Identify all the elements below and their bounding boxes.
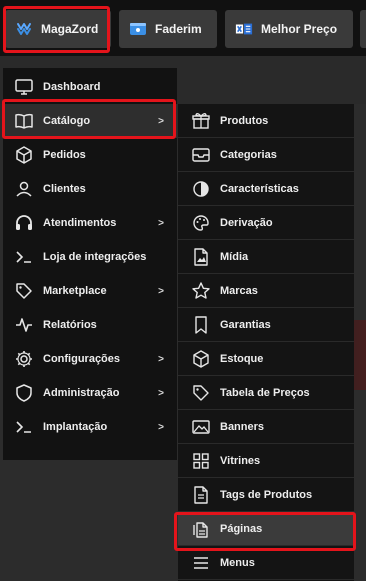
chevron-right-icon: >: [158, 353, 164, 365]
tab-faderim[interactable]: Faderim: [119, 10, 217, 48]
submenu-item-banners[interactable]: Banners: [178, 410, 354, 444]
star-icon: [190, 280, 212, 302]
chevron-right-icon: >: [158, 387, 164, 399]
submenu-item-label: Garantias: [220, 318, 271, 331]
submenu-item-label: Banners: [220, 420, 265, 433]
submenu-item-categorias[interactable]: Categorias: [178, 138, 354, 172]
submenu-item-label: Categorias: [220, 148, 277, 161]
submenu-item-label: Mídia: [220, 250, 249, 263]
shield-icon: [13, 382, 35, 404]
submenu-item-vitrines[interactable]: Vitrines: [178, 444, 354, 478]
palette-icon: [190, 212, 212, 234]
menu-item-loja-integracoes[interactable]: Loja de integrações: [3, 240, 177, 274]
menu-lines-icon: [190, 552, 212, 574]
submenu-item-label: Páginas: [220, 522, 263, 535]
chevron-right-icon: >: [158, 115, 164, 127]
book-open-icon: [13, 110, 35, 132]
image-file-icon: [190, 246, 212, 268]
submenu-item-label: Menus: [220, 556, 255, 569]
magazord-logo-icon: [15, 20, 33, 38]
tab-label: Melhor Preço: [261, 22, 338, 36]
melhor-preco-logo-icon: [235, 20, 253, 38]
tag-icon: [190, 382, 212, 404]
activity-icon: [13, 314, 35, 336]
menu-item-label: Relatórios: [43, 319, 97, 331]
menu-item-implantacao[interactable]: Implantação >: [3, 410, 177, 444]
menu-item-configuracoes[interactable]: Configurações >: [3, 342, 177, 376]
terminal-icon: [13, 416, 35, 438]
tab-magazord[interactable]: MagaZord: [5, 10, 111, 48]
menu-item-pedidos[interactable]: Pedidos: [3, 138, 177, 172]
tag-icon: [13, 280, 35, 302]
submenu-item-estoque[interactable]: Estoque: [178, 342, 354, 376]
picture-icon: [190, 416, 212, 438]
terminal-icon: [13, 246, 35, 268]
submenu-item-tabela-precos[interactable]: Tabela de Preços: [178, 376, 354, 410]
tab-melhor-preco[interactable]: Melhor Preço: [225, 10, 353, 48]
chevron-right-icon: >: [158, 285, 164, 297]
main-menu: Dashboard Catálogo > Pedidos Clientes At…: [3, 68, 177, 460]
menu-item-label: Loja de integrações: [43, 251, 147, 263]
submenu-item-label: Derivação: [220, 216, 273, 229]
tab-overflow[interactable]: [360, 10, 366, 48]
submenu-item-label: Tags de Produtos: [220, 488, 313, 501]
tab-label: Faderim: [155, 22, 202, 36]
catalogo-submenu: Produtos Categorias Características Deri…: [178, 104, 354, 581]
gear-icon: [13, 348, 35, 370]
headset-icon: [13, 212, 35, 234]
pages-icon: [190, 518, 212, 540]
menu-item-administracao[interactable]: Administração >: [3, 376, 177, 410]
menu-item-relatorios[interactable]: Relatórios: [3, 308, 177, 342]
submenu-item-tags-produtos[interactable]: Tags de Produtos: [178, 478, 354, 512]
menu-item-label: Configurações: [43, 353, 121, 365]
chevron-right-icon: >: [158, 217, 164, 229]
menu-item-catalogo[interactable]: Catálogo >: [3, 104, 177, 138]
menu-item-label: Administração: [43, 387, 120, 399]
chevron-right-icon: >: [158, 421, 164, 433]
tab-label: MagaZord: [41, 22, 99, 36]
user-icon: [13, 178, 35, 200]
menu-item-atendimentos[interactable]: Atendimentos >: [3, 206, 177, 240]
faderim-window-icon: [129, 20, 147, 38]
submenu-item-label: Produtos: [220, 114, 269, 127]
submenu-item-label: Estoque: [220, 352, 264, 365]
menu-item-label: Dashboard: [43, 81, 101, 93]
menu-item-dashboard[interactable]: Dashboard: [3, 70, 177, 104]
menu-item-label: Marketplace: [43, 285, 107, 297]
half-circle-icon: [190, 178, 212, 200]
bookmark-icon: [190, 314, 212, 336]
menu-item-label: Atendimentos: [43, 217, 117, 229]
submenu-item-caracteristicas[interactable]: Características: [178, 172, 354, 206]
monitor-icon: [13, 76, 35, 98]
submenu-item-midia[interactable]: Mídia: [178, 240, 354, 274]
submenu-item-label: Vitrines: [220, 454, 261, 467]
submenu-item-garantias[interactable]: Garantias: [178, 308, 354, 342]
grid-icon: [190, 450, 212, 472]
submenu-item-marcas[interactable]: Marcas: [178, 274, 354, 308]
box-icon: [13, 144, 35, 166]
submenu-item-menus[interactable]: Menus: [178, 546, 354, 580]
submenu-item-label: Marcas: [220, 284, 258, 297]
box-icon: [190, 348, 212, 370]
menu-item-label: Pedidos: [43, 149, 86, 161]
submenu-item-produtos[interactable]: Produtos: [178, 104, 354, 138]
inbox-icon: [190, 144, 212, 166]
submenu-item-derivacao[interactable]: Derivação: [178, 206, 354, 240]
menu-item-clientes[interactable]: Clientes: [3, 172, 177, 206]
submenu-item-paginas[interactable]: Páginas: [178, 512, 354, 546]
menu-item-label: Catálogo: [43, 115, 91, 127]
menu-item-label: Implantação: [43, 421, 108, 433]
menu-item-marketplace[interactable]: Marketplace >: [3, 274, 177, 308]
submenu-item-label: Características: [220, 182, 299, 195]
document-icon: [190, 484, 212, 506]
gift-icon: [190, 110, 212, 132]
top-bar: MagaZord Faderim Melhor Preço: [0, 0, 366, 56]
submenu-item-label: Tabela de Preços: [220, 386, 310, 399]
menu-item-label: Clientes: [43, 183, 86, 195]
